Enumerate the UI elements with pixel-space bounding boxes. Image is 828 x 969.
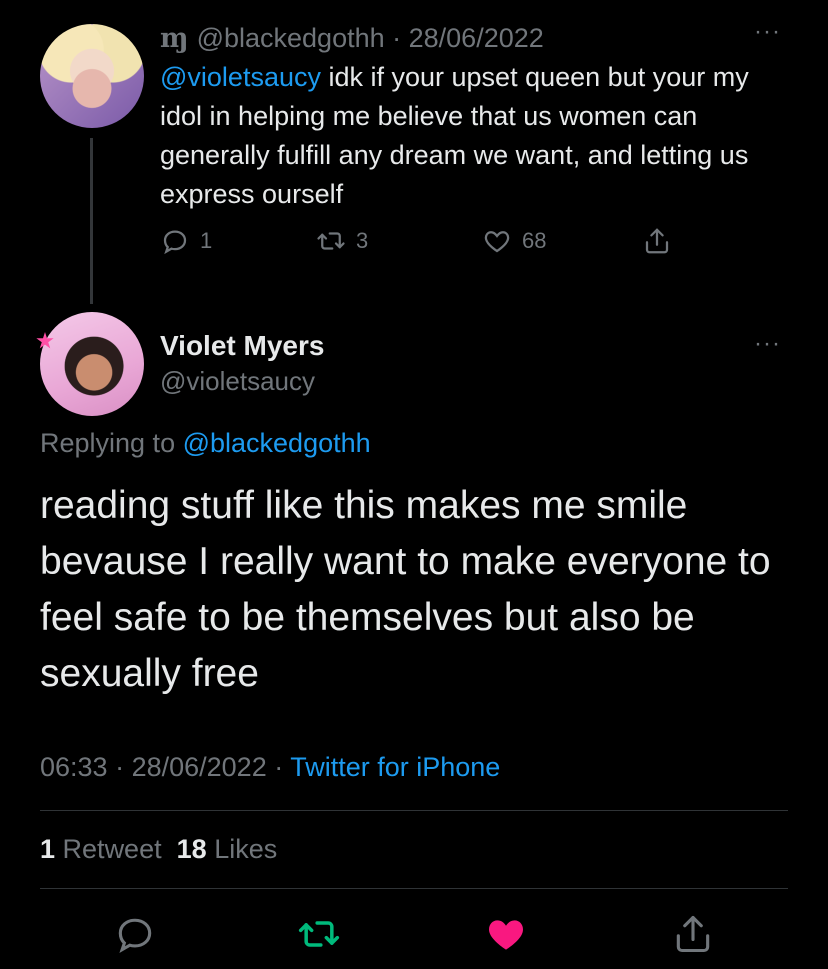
- parent-handle[interactable]: @blackedgothh: [197, 23, 385, 53]
- retweets-count: 1: [40, 834, 56, 864]
- parent-retweet-button[interactable]: 3: [316, 226, 368, 256]
- retweet-icon: [298, 921, 340, 947]
- replying-to: Replying to @blackedgothh: [40, 428, 371, 459]
- likes-count: 18: [176, 834, 207, 864]
- tweet-time[interactable]: 06:33: [40, 752, 108, 782]
- like-button[interactable]: [484, 912, 528, 961]
- meta-separator-1: ·: [107, 752, 132, 782]
- parent-reply-count: 1: [200, 228, 213, 253]
- tweet-source[interactable]: Twitter for iPhone: [290, 752, 500, 782]
- author-avatar[interactable]: [40, 312, 144, 416]
- share-icon: [645, 228, 669, 254]
- parent-share-button[interactable]: [642, 226, 672, 256]
- replying-prefix: Replying to: [40, 428, 183, 458]
- tweet-more-icon[interactable]: ···: [754, 330, 781, 358]
- likes-label: Likes: [214, 834, 278, 864]
- retweet-button[interactable]: [297, 912, 341, 961]
- parent-header: ɱ @blackedgothh · 28/06/2022: [160, 20, 544, 57]
- parent-separator: ·: [384, 23, 409, 53]
- reply-icon: [163, 230, 187, 255]
- retweet-icon: [317, 232, 345, 250]
- parent-tweet-text: @violetsaucy idk if your upset queen but…: [160, 58, 780, 214]
- likes-stat[interactable]: 18 Likes: [177, 834, 278, 864]
- author-name[interactable]: Violet Myers: [160, 330, 324, 362]
- parent-date[interactable]: 28/06/2022: [409, 23, 544, 53]
- parent-reply-button[interactable]: 1: [160, 226, 212, 256]
- heart-icon: [484, 231, 510, 253]
- author-handle[interactable]: @violetsaucy: [160, 366, 315, 397]
- parent-like-button[interactable]: 68: [482, 226, 546, 256]
- retweets-stat[interactable]: 1 Retweet: [40, 834, 162, 864]
- heart-icon: [489, 920, 523, 950]
- tweet-date[interactable]: 28/06/2022: [132, 752, 267, 782]
- reply-icon: [118, 918, 152, 953]
- share-button[interactable]: [671, 912, 715, 961]
- divider-bottom: [40, 888, 788, 889]
- parent-more-icon[interactable]: ···: [754, 18, 781, 46]
- divider-top: [40, 810, 788, 811]
- tweet-meta: 06:33 · 28/06/2022 · Twitter for iPhone: [40, 752, 500, 783]
- retweets-label: Retweet: [62, 834, 162, 864]
- replying-handle[interactable]: @blackedgothh: [183, 428, 371, 458]
- meta-separator-2: ·: [266, 752, 291, 782]
- parent-avatar[interactable]: [40, 24, 144, 128]
- reply-button[interactable]: [113, 912, 157, 961]
- share-icon: [676, 915, 710, 953]
- engagement-stats: 1 Retweet 18 Likes: [40, 834, 277, 865]
- thread-connector: [90, 138, 93, 304]
- parent-display-name[interactable]: ɱ: [160, 23, 189, 54]
- parent-retweet-count: 3: [356, 228, 369, 253]
- parent-mention[interactable]: @violetsaucy: [160, 62, 321, 92]
- tweet-text: reading stuff like this makes me smile b…: [40, 484, 771, 695]
- parent-like-count: 68: [522, 228, 547, 253]
